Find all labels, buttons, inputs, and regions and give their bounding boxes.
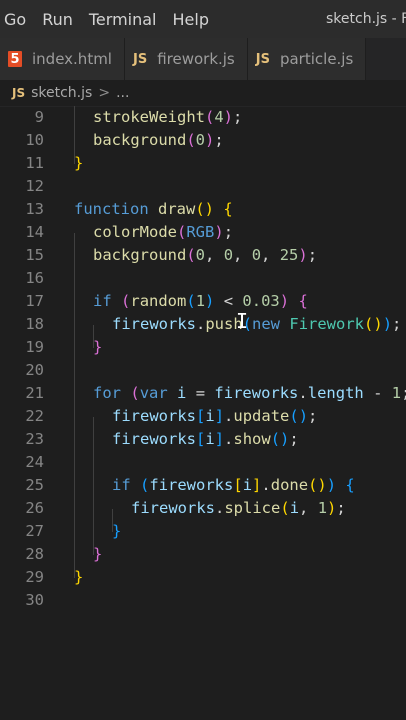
code-editor[interactable]: 9 strokeWeight(4); 10 background(0); 11} 1… xyxy=(0,106,406,720)
menu-help[interactable]: Help xyxy=(165,10,217,29)
line-number: 20 xyxy=(25,361,44,379)
line-number: 15 xyxy=(25,246,44,264)
code-line: 18 fireworks.push(new Firework()); xyxy=(0,313,406,336)
code-line: 30 xyxy=(0,589,406,612)
code-line: 25 if (fireworks[i].done()) { xyxy=(0,474,406,497)
code-line: 28} xyxy=(0,543,406,566)
code-line: 24 xyxy=(0,451,406,474)
menu-run[interactable]: Run xyxy=(34,10,81,29)
line-number: 22 xyxy=(25,407,44,425)
code-line: 13 function draw() { xyxy=(0,198,406,221)
breadcrumb-more[interactable]: ... xyxy=(116,85,129,101)
code-line: 22 fireworks[i].update(); xyxy=(0,405,406,428)
tab-label: particle.js xyxy=(279,50,354,68)
code-line: 11} xyxy=(0,152,406,175)
code-line: 27} xyxy=(0,520,406,543)
code-line: 12 xyxy=(0,175,406,198)
line-number: 18 xyxy=(25,315,44,333)
tab-label: index.html xyxy=(32,50,112,68)
line-number: 14 xyxy=(25,223,44,241)
line-number: 19 xyxy=(25,338,44,356)
code-line: 17 if (random(1) < 0.03) { xyxy=(0,290,406,313)
line-number: 16 xyxy=(25,269,44,287)
code-line: 26 fireworks.splice(i, 1); xyxy=(0,497,406,520)
chevron-right-icon: > xyxy=(98,85,111,101)
js-icon: JS xyxy=(132,51,148,67)
menu-terminal[interactable]: Terminal xyxy=(81,10,165,29)
code-line: 29} xyxy=(0,566,406,589)
code-line: 23 fireworks[i].show(); xyxy=(0,428,406,451)
tab-label: firework.js xyxy=(157,50,235,68)
line-number: 30 xyxy=(25,591,44,609)
line-number: 27 xyxy=(25,522,44,540)
line-number: 23 xyxy=(25,430,44,448)
line-number: 28 xyxy=(25,545,44,563)
code-line: 15 background(0, 0, 0, 25); xyxy=(0,244,406,267)
editor-tab-bar: 5 index.html JS firework.js JS particle.… xyxy=(0,38,406,80)
code-line: 16 xyxy=(0,267,406,290)
text-cursor-icon: I xyxy=(236,309,249,333)
code-line: 20 xyxy=(0,359,406,382)
code-line: 9 strokeWeight(4); xyxy=(0,106,406,129)
js-icon: JS xyxy=(12,86,26,100)
code-line: 21for (var i = fireworks.length - 1; xyxy=(0,382,406,405)
code-line: 10 background(0); xyxy=(0,129,406,152)
line-number: 21 xyxy=(25,384,44,402)
line-number: 11 xyxy=(25,154,44,172)
breadcrumb: JS sketch.js > ... xyxy=(0,80,406,107)
code-line: 19} xyxy=(0,336,406,359)
breadcrumb-file[interactable]: sketch.js xyxy=(31,85,92,101)
line-number: 13 xyxy=(25,200,44,218)
tab-index-html[interactable]: 5 index.html xyxy=(0,38,125,80)
menu-go[interactable]: Go xyxy=(0,10,34,29)
line-number: 24 xyxy=(25,453,44,471)
html5-icon: 5 xyxy=(8,51,22,67)
tab-firework-js[interactable]: JS firework.js xyxy=(124,38,248,80)
js-icon: JS xyxy=(255,51,270,67)
window-title: sketch.js - Fi xyxy=(326,11,406,27)
line-number: 26 xyxy=(25,499,44,517)
code-line: 14 colorMode(RGB); xyxy=(0,221,406,244)
line-number: 9 xyxy=(34,108,44,126)
line-number: 12 xyxy=(25,177,44,195)
line-number: 25 xyxy=(25,476,44,494)
line-number: 10 xyxy=(25,131,44,149)
tab-particle-js[interactable]: JS particle.js xyxy=(247,38,367,80)
line-number: 29 xyxy=(25,568,44,586)
line-number: 17 xyxy=(25,292,44,310)
menu-bar: Go Run Terminal Help sketch.js - Fi xyxy=(0,0,406,38)
